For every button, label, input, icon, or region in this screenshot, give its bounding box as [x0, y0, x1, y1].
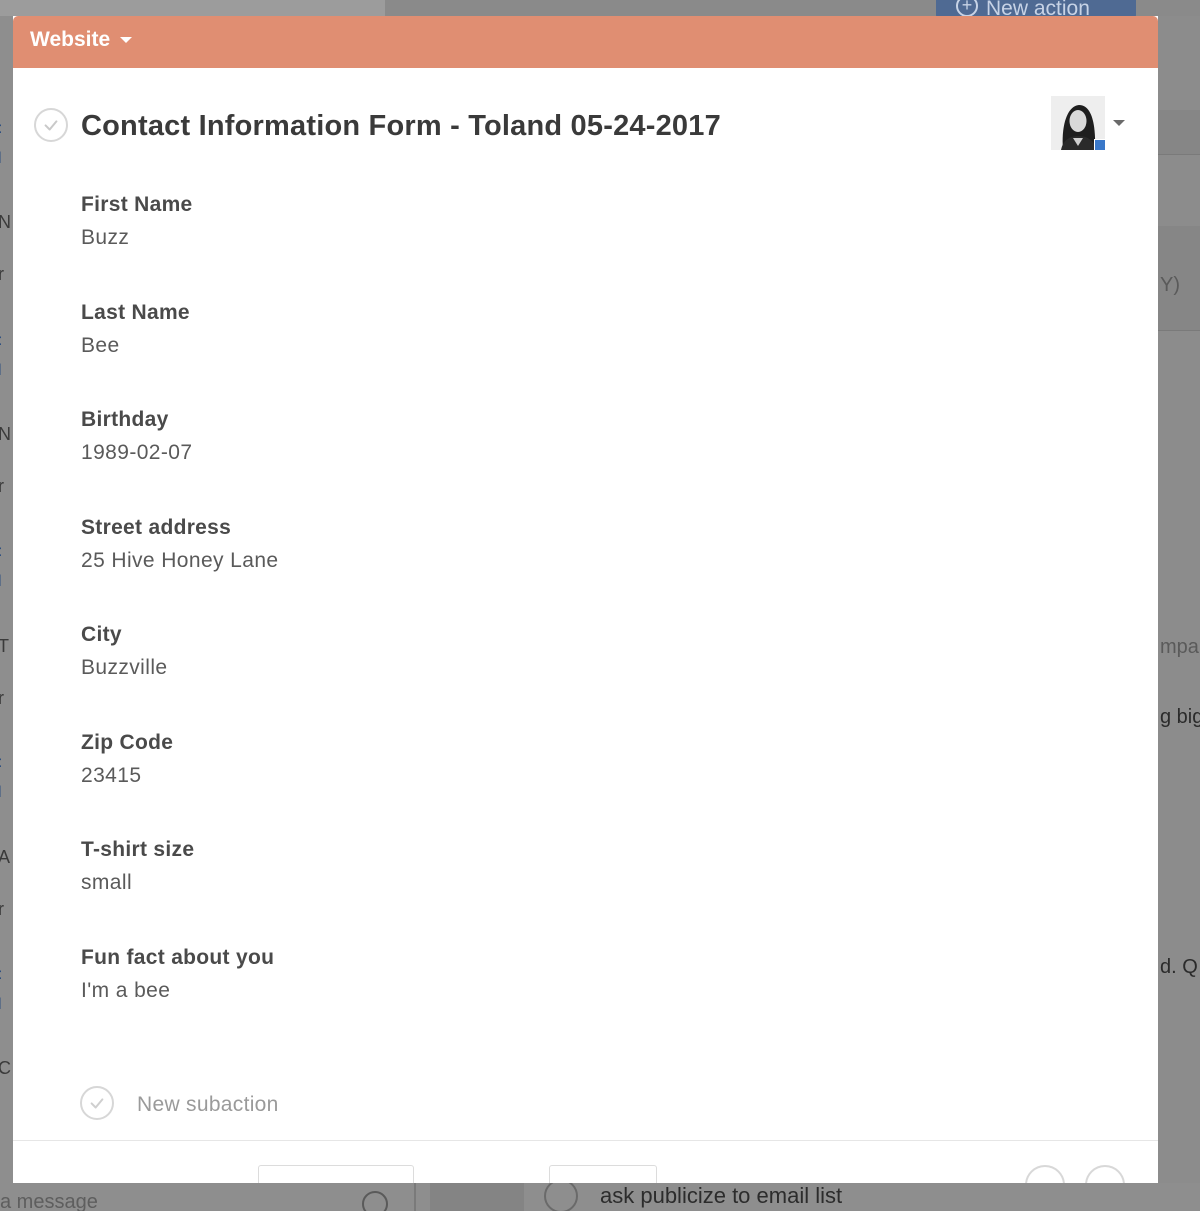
field-label: T-shirt size	[81, 838, 195, 861]
background-link-fragment: l	[0, 150, 13, 168]
field-fun-fact: Fun fact about you I'm a bee	[81, 944, 279, 1052]
send-icon[interactable]	[1025, 1165, 1065, 1183]
plus-circle-icon: +	[956, 0, 978, 18]
status-badge	[1094, 139, 1105, 150]
background-right-panel: Y) mpa g big d. Q	[1158, 16, 1200, 1186]
field-first-name: First Name Buzz	[81, 191, 279, 299]
background-bottom-bar: a message ask publicize to email list	[0, 1183, 1200, 1211]
template-select[interactable]	[549, 1165, 657, 1183]
field-value: 1989-02-07	[81, 441, 193, 464]
field-value: Bee	[81, 333, 120, 357]
background-text-fragment: T	[0, 636, 9, 656]
status-select[interactable]	[258, 1165, 414, 1183]
field-value: Buzzville	[81, 656, 168, 679]
field-value: I'm a bee	[81, 978, 171, 1002]
complete-check-icon[interactable]	[34, 108, 68, 142]
action-detail-modal: Website Contact Information Form - Tolan…	[13, 16, 1158, 1183]
field-birthday: Birthday 1989-02-07	[81, 406, 279, 514]
more-icon[interactable]	[1085, 1165, 1125, 1183]
modal-footer-toolbar	[13, 1141, 1158, 1183]
action-title[interactable]: Contact Information Form - Toland 05-24-…	[81, 110, 721, 143]
background-text-fragment: C	[0, 1058, 11, 1078]
background-block	[430, 1183, 524, 1211]
background-row	[1158, 110, 1200, 155]
category-dropdown[interactable]: Website	[30, 28, 133, 52]
background-text-fragment: Y)	[1160, 274, 1180, 296]
field-tshirt-size: T-shirt size small	[81, 836, 279, 944]
field-value: small	[81, 871, 133, 894]
field-street-address: Street address 25 Hive Honey Lane	[81, 514, 279, 622]
background-link-fragment: l	[0, 362, 13, 380]
background-left-list: : l N r : l N r : l T r : l A r : l C	[0, 16, 13, 1186]
divider	[414, 1183, 416, 1211]
background-text-fragment: r	[0, 899, 4, 919]
background-text-fragment: N	[0, 212, 11, 232]
background-link-fragment: :	[0, 120, 13, 138]
field-label: Fun fact about you	[81, 945, 275, 969]
title-row: Contact Information Form - Toland 05-24-…	[13, 96, 1158, 156]
background-link-fragment: :	[0, 332, 13, 350]
field-value: 25 Hive Honey Lane	[81, 548, 279, 572]
emoji-icon[interactable]	[362, 1191, 388, 1211]
field-zip-code: Zip Code 23415	[81, 729, 279, 837]
background-text-fragment: mpa	[1160, 636, 1199, 658]
background-text-fragment: N	[0, 424, 11, 444]
category-label: Website	[30, 28, 111, 51]
caret-down-icon	[1113, 120, 1125, 126]
field-city: City Buzzville	[81, 621, 279, 729]
background-link-fragment: l	[0, 996, 13, 1014]
background-text-fragment: g big	[1160, 706, 1200, 728]
background-text-fragment: d. Q	[1160, 956, 1198, 978]
field-label: City	[81, 623, 122, 646]
background-text-fragment: A	[0, 847, 11, 867]
background-text-fragment: r	[0, 476, 4, 496]
background-text-fragment: r	[0, 688, 4, 708]
background-topbar-strip	[0, 0, 385, 16]
avatar	[1051, 96, 1105, 150]
field-label: Birthday	[81, 408, 169, 431]
caret-down-icon	[120, 37, 133, 44]
field-last-name: Last Name Bee	[81, 299, 279, 407]
background-text-fragment: r	[0, 264, 4, 284]
background-link-fragment: l	[0, 784, 13, 802]
field-label: Last Name	[81, 300, 190, 324]
modal-header: Website	[13, 16, 1158, 68]
field-label: Street address	[81, 515, 232, 539]
field-value: Buzz	[81, 226, 130, 249]
background-task-text[interactable]: ask publicize to email list	[600, 1183, 842, 1209]
background-link-fragment: :	[0, 754, 13, 772]
check-circle-icon[interactable]	[544, 1183, 578, 1211]
message-input[interactable]: a message	[0, 1191, 98, 1211]
new-subaction-row[interactable]: New subaction	[13, 1086, 1158, 1126]
background-link-fragment: l	[0, 573, 13, 591]
new-subaction-input[interactable]: New subaction	[137, 1093, 279, 1117]
field-value: 23415	[81, 763, 142, 787]
check-circle-icon	[80, 1086, 114, 1120]
form-fields: First Name Buzz Last Name Bee Birthday 1…	[81, 191, 279, 1051]
field-label: Zip Code	[81, 730, 174, 754]
background-link-fragment: :	[0, 543, 13, 561]
assignee-dropdown[interactable]	[1051, 96, 1131, 152]
field-label: First Name	[81, 193, 193, 216]
background-link-fragment: :	[0, 966, 13, 984]
